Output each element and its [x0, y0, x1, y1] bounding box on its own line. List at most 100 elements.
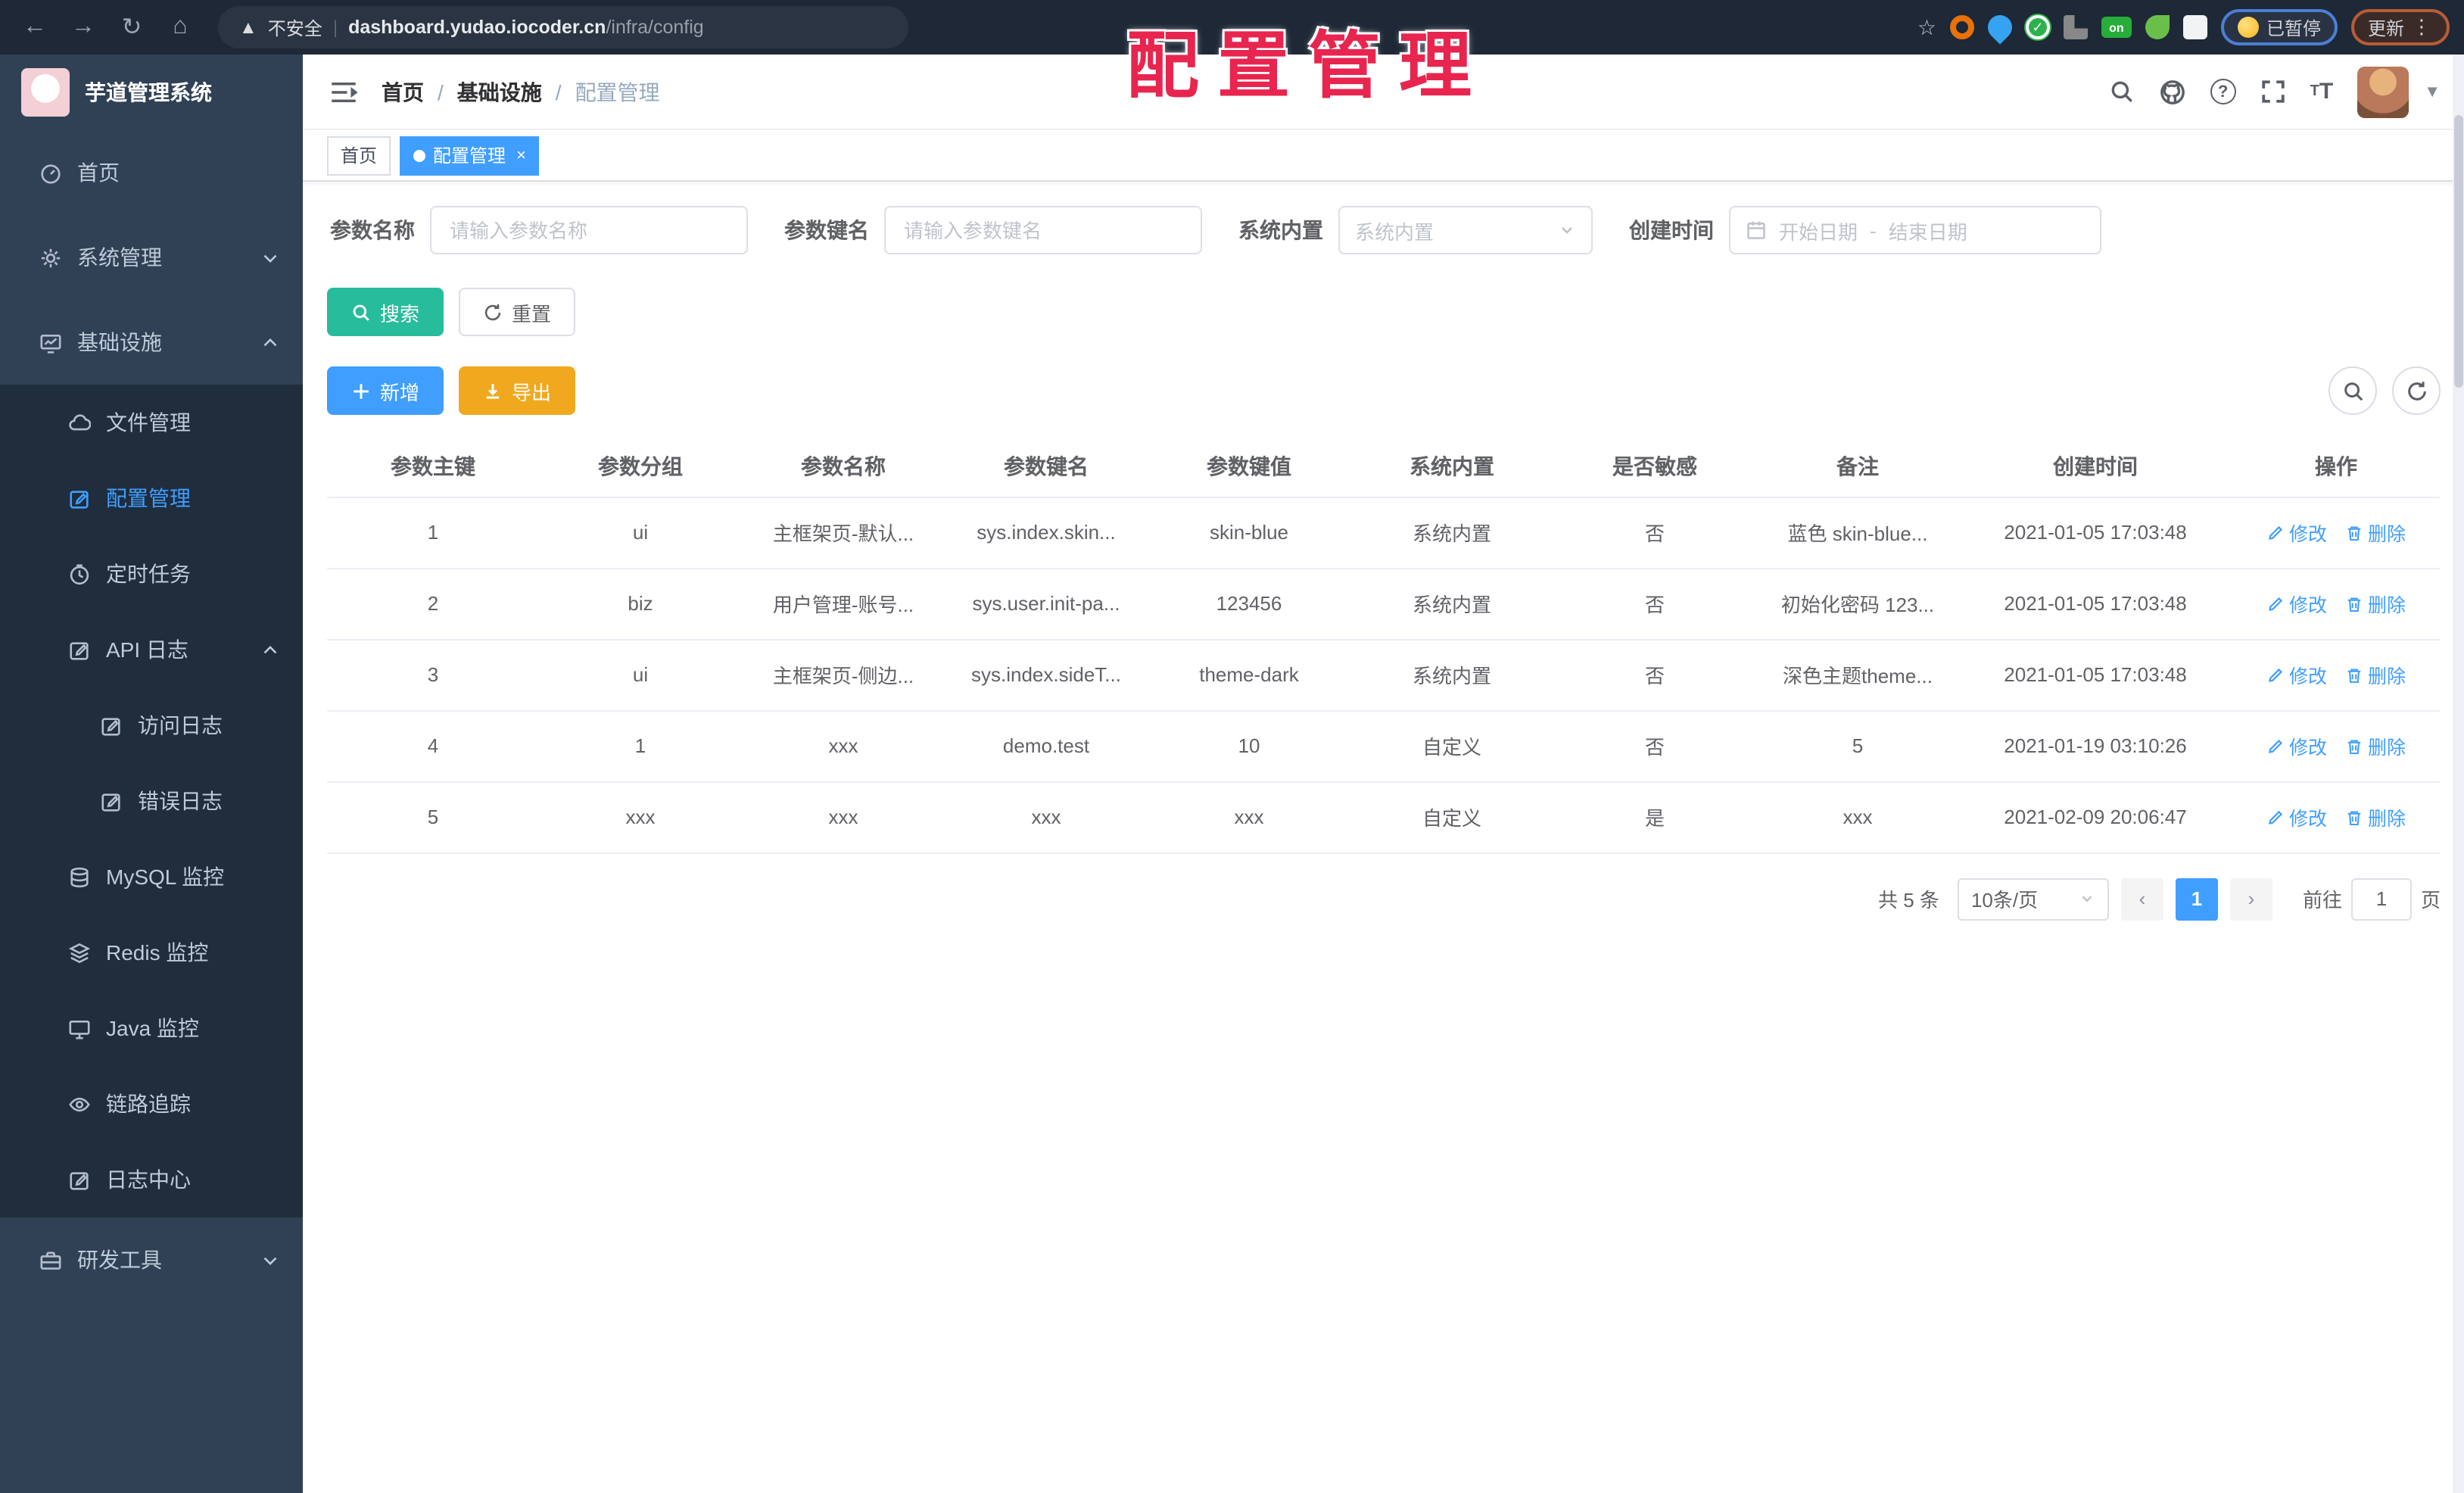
chevron-up-icon	[259, 638, 282, 661]
close-icon[interactable]: ×	[516, 146, 526, 164]
builtin-select-placeholder: 系统内置	[1355, 220, 1434, 243]
scrollbar-thumb[interactable]	[2454, 115, 2463, 388]
extension-check-icon[interactable]: ✓	[2025, 15, 2050, 39]
delete-link[interactable]: 删除	[2345, 589, 2406, 618]
refresh-button[interactable]	[2392, 366, 2441, 415]
bookmark-star-icon[interactable]: ☆	[1917, 14, 1936, 40]
browser-reload-icon[interactable]: ↻	[112, 8, 151, 47]
sidebar-item[interactable]: 基础设施	[0, 300, 303, 385]
table-toolbar: 新增 导出	[327, 366, 2441, 415]
fullscreen-icon[interactable]	[2260, 79, 2286, 104]
sidebar-item[interactable]: 配置管理	[0, 460, 303, 536]
sidebar-item[interactable]: Redis 监控	[0, 915, 303, 990]
table-column-header: 参数名称	[742, 436, 945, 497]
avatar[interactable]	[2357, 66, 2409, 117]
add-button[interactable]: 新增	[327, 366, 444, 415]
extension-pin-icon[interactable]	[1983, 10, 2017, 45]
builtin-select[interactable]: 系统内置	[1338, 206, 1593, 254]
search-button[interactable]: 搜索	[327, 288, 444, 336]
table-cell: xxx	[945, 781, 1148, 853]
edit-link[interactable]: 修改	[2266, 589, 2327, 618]
table-cell: 系统内置	[1350, 568, 1553, 640]
app-logo-row[interactable]: 芋道管理系统	[0, 55, 303, 130]
paused-extension-pill[interactable]: 已暂停	[2220, 9, 2338, 45]
sidebar-item[interactable]: API 日志	[0, 612, 303, 687]
table-cell: 2021-01-05 17:03:48	[1959, 568, 2232, 640]
address-bar[interactable]: ▲ 不安全 | dashboard.yudao.iocoder.cn/infra…	[218, 6, 908, 48]
extension-grid-icon[interactable]	[2063, 15, 2088, 39]
table-cell: 系统内置	[1350, 639, 1553, 711]
edit-link[interactable]: 修改	[2266, 660, 2327, 689]
table-column-header: 参数主键	[327, 436, 539, 497]
reset-button[interactable]: 重置	[459, 288, 576, 336]
current-page-button[interactable]: 1	[2175, 877, 2218, 920]
font-size-icon[interactable]: TT	[2310, 79, 2334, 104]
page-scrollbar[interactable]	[2453, 55, 2464, 1493]
browser-menu-icon[interactable]: ⋮	[2412, 15, 2433, 39]
breadcrumb-item[interactable]: 基础设施	[457, 76, 542, 107]
github-icon[interactable]	[2159, 78, 2186, 105]
sidebar-item[interactable]: 日志中心	[0, 1142, 303, 1217]
sidebar-item[interactable]: 系统管理	[0, 215, 303, 300]
browser-update-button[interactable]: 更新 ⋮	[2350, 9, 2450, 45]
browser-home-icon[interactable]: ⌂	[160, 8, 200, 47]
prev-page-button[interactable]: ‹	[2120, 877, 2163, 920]
next-page-button[interactable]: ›	[2229, 877, 2272, 920]
chevron-down-icon[interactable]: ▼	[2424, 83, 2441, 101]
url-path: /infra/config	[606, 17, 704, 38]
table-cell: 3	[327, 639, 539, 711]
date-range-picker[interactable]: 开始日期 - 结束日期	[1729, 206, 2101, 254]
sidebar-item[interactable]: 定时任务	[0, 536, 303, 612]
sidebar-item[interactable]: 错误日志	[0, 763, 303, 839]
param-name-input[interactable]	[447, 217, 731, 243]
chevron-down-icon	[259, 246, 282, 269]
sidebar-item[interactable]: Java 监控	[0, 990, 303, 1066]
search-icon[interactable]	[2109, 79, 2135, 104]
config-table: 参数主键 参数分组 参数名称 参数键名 参数键值 系统内置 是否敏感 备注 创建时间 操作 1 ui…	[327, 436, 2441, 853]
chevron-down-icon	[2079, 890, 2095, 907]
edit-link[interactable]: 修改	[2266, 803, 2327, 831]
annotation-title: 配置管理	[1126, 27, 1491, 108]
delete-link[interactable]: 删除	[2345, 660, 2406, 689]
table-row: 5 xxx xxx xxx xxx 自定义是 xxx 2021-02-09 20:06:47 修…	[327, 781, 2441, 853]
view-tab[interactable]: 首页	[327, 136, 391, 175]
sidebar-item[interactable]: 文件管理	[0, 385, 303, 460]
toggle-search-button[interactable]	[2328, 366, 2377, 415]
breadcrumb-item[interactable]: 首页	[382, 76, 424, 107]
action-label: 修改	[2288, 524, 2327, 545]
sidebar-item-label: Java 监控	[106, 1016, 199, 1040]
page-size-select[interactable]: 10条/页	[1957, 877, 2109, 920]
view-tab[interactable]: 配置管理 ×	[400, 136, 540, 175]
action-label: 删除	[2368, 666, 2406, 687]
dashboard-icon	[38, 161, 62, 184]
hamburger-icon[interactable]	[327, 75, 360, 108]
delete-link[interactable]: 删除	[2345, 803, 2406, 831]
sidebar-item[interactable]: 链路追踪	[0, 1066, 303, 1142]
goto-label: 前往	[2302, 889, 2342, 912]
goto-page-input[interactable]	[2350, 877, 2412, 920]
sidebar-item[interactable]: 研发工具	[0, 1217, 303, 1302]
table-row: 3 ui 主框架页-侧边... sys.index.sideT... theme-dar…	[327, 639, 2441, 711]
extensions-puzzle-icon[interactable]	[2182, 15, 2207, 39]
browser-back-icon[interactable]: ←	[15, 8, 55, 47]
table-cell: sys.user.init-pa...	[945, 568, 1148, 640]
app-logo	[21, 68, 70, 117]
table-cell: 10	[1148, 710, 1350, 782]
browser-forward-icon[interactable]: →	[64, 8, 103, 47]
sidebar-item[interactable]: 首页	[0, 130, 303, 215]
extension-leaf-icon[interactable]	[2145, 15, 2170, 39]
extension-ring-icon[interactable]	[1949, 15, 1974, 39]
export-button[interactable]: 导出	[459, 366, 576, 415]
delete-link[interactable]: 删除	[2345, 518, 2406, 547]
tags-view: 首页 配置管理 ×	[303, 130, 2464, 182]
content: 参数名称 参数键名 系统内置 系统内置 创建时间	[303, 182, 2464, 1493]
sidebar-item[interactable]: MySQL 监控	[0, 839, 303, 915]
extension-on-badge[interactable]: on	[2101, 17, 2132, 38]
delete-link[interactable]: 删除	[2345, 731, 2406, 760]
url-separator: |	[332, 17, 338, 38]
help-icon[interactable]: ?	[2210, 79, 2236, 104]
param-key-input[interactable]	[901, 217, 1185, 243]
sidebar-item[interactable]: 访问日志	[0, 687, 303, 763]
edit-link[interactable]: 修改	[2266, 731, 2327, 760]
edit-link[interactable]: 修改	[2266, 518, 2327, 547]
